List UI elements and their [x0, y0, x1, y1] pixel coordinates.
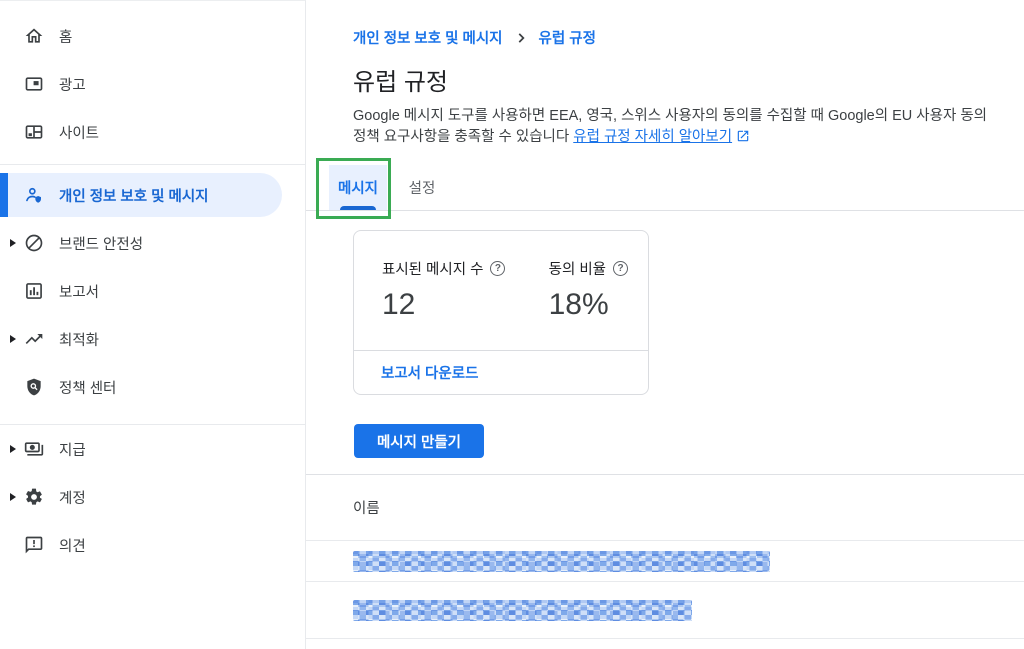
stat-label: 동의 비율 [549, 258, 606, 279]
sidebar-item-label: 개인 정보 보호 및 메시지 [59, 185, 209, 206]
sidebar-item-policy-center[interactable]: 정책 센터 [0, 363, 305, 411]
redacted-message-name[interactable] [353, 551, 770, 572]
payments-icon [24, 439, 44, 459]
expand-arrow-icon[interactable] [10, 493, 16, 501]
main-content: 개인 정보 보호 및 메시지 유럽 규정 유럽 규정 Google 메시지 도구… [306, 0, 1024, 649]
sidebar-item-label: 계정 [59, 487, 86, 508]
breadcrumb-current-link[interactable]: 유럽 규정 [539, 27, 596, 48]
sidebar-item-account[interactable]: 계정 [0, 473, 305, 521]
help-icon[interactable]: ? [490, 261, 505, 276]
sidebar-item-label: 홈 [59, 26, 72, 47]
stat-value: 12 [382, 288, 549, 322]
optimization-icon [24, 329, 44, 349]
sidebar-item-sites[interactable]: 사이트 [0, 108, 305, 156]
sidebar-item-label: 정책 센터 [59, 377, 116, 398]
sidebar-item-payments[interactable]: 지급 [0, 425, 305, 473]
breadcrumb: 개인 정보 보호 및 메시지 유럽 규정 [353, 27, 1024, 48]
settings-gear-icon [24, 487, 44, 507]
policy-center-icon [24, 377, 44, 397]
create-message-button[interactable]: 메시지 만들기 [354, 424, 484, 458]
sidebar-item-label: 지급 [59, 439, 86, 460]
home-icon [24, 26, 44, 46]
stats-row: 표시된 메시지 수 ? 12 동의 비율 ? 18% [354, 231, 648, 350]
sidebar-item-brand-safety[interactable]: 브랜드 안전성 [0, 219, 305, 267]
table-header-row: 이름 [306, 475, 1024, 541]
tab-label: 설정 [409, 177, 436, 198]
open-in-new-icon[interactable] [736, 129, 750, 150]
stat-value: 18% [549, 288, 628, 322]
learn-more-link[interactable]: 유럽 규정 자세히 알아보기 [573, 129, 732, 145]
chevron-right-icon [514, 31, 528, 45]
tab-label: 메시지 [338, 177, 378, 198]
stat-label-row: 표시된 메시지 수 ? [382, 258, 549, 279]
sidebar-item-label: 광고 [59, 74, 86, 95]
sidebar-item-label: 브랜드 안전성 [59, 233, 143, 254]
redacted-message-name[interactable] [353, 600, 692, 621]
tab-messages[interactable]: 메시지 [329, 165, 387, 210]
ads-icon [24, 74, 44, 94]
sidebar-item-home[interactable]: 홈 [0, 12, 305, 60]
reports-icon [24, 281, 44, 301]
sidebar-item-reports[interactable]: 보고서 [0, 267, 305, 315]
name-column-header: 이름 [353, 497, 380, 518]
sidebar-item-privacy-messaging[interactable]: 개인 정보 보호 및 메시지 [0, 173, 282, 217]
sidebar-item-feedback[interactable]: 의견 [0, 521, 305, 569]
tab-bar: 메시지 설정 [306, 165, 1024, 211]
sidebar-item-label: 보고서 [59, 281, 99, 302]
expand-arrow-icon[interactable] [10, 445, 16, 453]
stat-consent-rate: 동의 비율 ? 18% [549, 258, 628, 350]
sidebar-item-label: 의견 [59, 535, 86, 556]
stats-card: 표시된 메시지 수 ? 12 동의 비율 ? 18% 보고서 다운로드 [353, 230, 649, 395]
table-row[interactable] [306, 541, 1024, 582]
brand-safety-icon [24, 233, 44, 253]
app-window: 홈 광고 사이트 개인 정보 보호 및 메시지 브랜드 [0, 0, 1024, 649]
table-row[interactable] [306, 582, 1024, 639]
privacy-messaging-icon [24, 185, 44, 205]
page-title: 유럽 규정 [353, 62, 1024, 97]
sidebar-divider [0, 164, 305, 165]
tab-settings[interactable]: 설정 [393, 165, 451, 210]
expand-arrow-icon[interactable] [10, 239, 16, 247]
breadcrumb-parent-link[interactable]: 개인 정보 보호 및 메시지 [353, 27, 503, 48]
stat-label-row: 동의 비율 ? [549, 258, 628, 279]
feedback-icon [24, 535, 44, 555]
sidebar-item-label: 최적화 [59, 329, 99, 350]
sidebar-item-optimization[interactable]: 최적화 [0, 315, 305, 363]
download-report-link[interactable]: 보고서 다운로드 [381, 362, 478, 383]
card-footer: 보고서 다운로드 [354, 351, 648, 394]
sidebar: 홈 광고 사이트 개인 정보 보호 및 메시지 브랜드 [0, 0, 306, 649]
help-icon[interactable]: ? [613, 261, 628, 276]
stat-label: 표시된 메시지 수 [382, 258, 483, 279]
sites-icon [24, 122, 44, 142]
tab-active-indicator [340, 206, 376, 210]
page-description: Google 메시지 도구를 사용하면 EEA, 영국, 스위스 사용자의 동의… [353, 106, 1000, 150]
sidebar-item-label: 사이트 [59, 122, 99, 143]
sidebar-item-ads[interactable]: 광고 [0, 60, 305, 108]
expand-arrow-icon[interactable] [10, 335, 16, 343]
stat-messages-shown: 표시된 메시지 수 ? 12 [382, 258, 549, 350]
